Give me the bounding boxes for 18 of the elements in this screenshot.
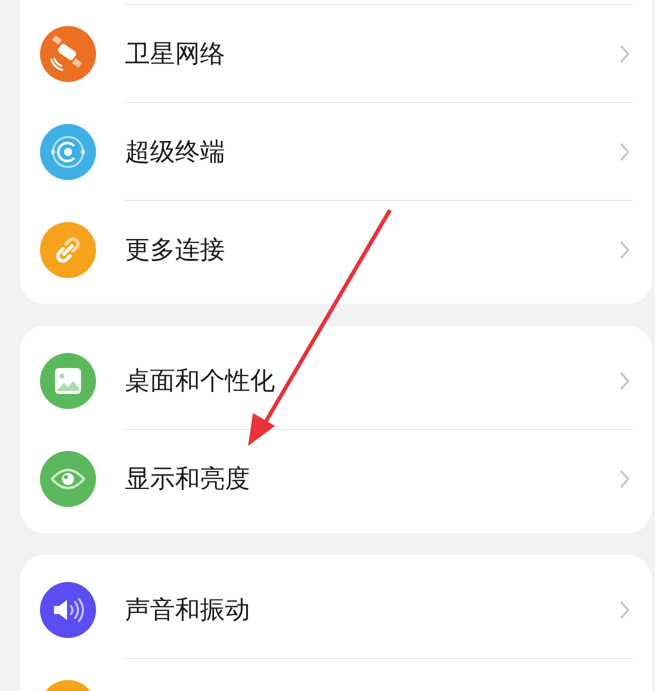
setting-label[interactable]: 桌面和个性化 xyxy=(125,364,619,397)
setting-label[interactable]: 显示和亮度 xyxy=(125,462,619,495)
rings-icon xyxy=(40,124,96,180)
setting-label[interactable]: 卫星网络 xyxy=(125,37,619,70)
chevron-icon xyxy=(619,370,630,390)
setting-label[interactable]: 超级终端 xyxy=(125,135,619,168)
setting-label[interactable]: 更多连接 xyxy=(125,233,619,266)
chevron-icon xyxy=(619,240,630,260)
link-icon xyxy=(40,222,96,278)
satellite-icon xyxy=(40,26,96,82)
setting-label[interactable]: 声音和振动 xyxy=(125,593,619,626)
chevron-icon xyxy=(619,468,630,488)
chevron-icon xyxy=(619,600,630,620)
image-icon xyxy=(40,352,96,408)
speaker-icon xyxy=(40,582,96,638)
chevron-icon xyxy=(619,44,630,64)
chevron-icon xyxy=(619,142,630,162)
eye-icon xyxy=(40,450,96,506)
